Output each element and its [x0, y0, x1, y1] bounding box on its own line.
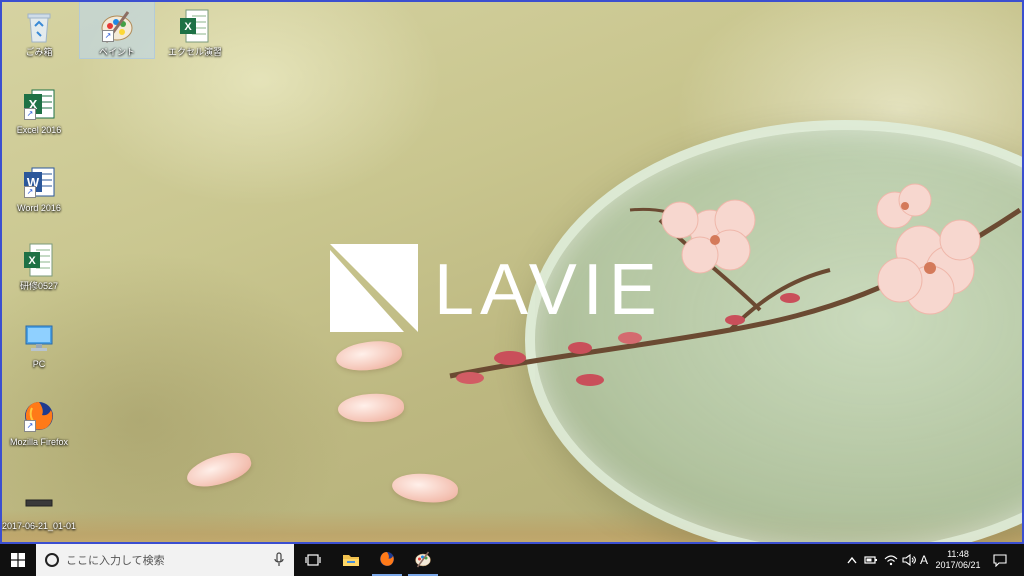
taskbar-app-file-explorer[interactable] [336, 544, 366, 576]
ime-mode-indicator[interactable]: A [916, 544, 932, 576]
desktop-icon-excel-2016[interactable]: X ↗ Excel 2016 [2, 80, 76, 136]
desktop-icon-label: ごみ箱 [25, 47, 53, 57]
excel-file-icon: X [24, 243, 53, 277]
start-button[interactable] [0, 544, 36, 576]
shortcut-arrow-icon: ↗ [24, 420, 36, 432]
folder-icon [343, 555, 359, 566]
wallpaper-petal [337, 391, 405, 425]
clock-date: 2017/06/21 [935, 560, 981, 570]
wallpaper-petal [183, 446, 255, 494]
paint-icon [415, 551, 431, 568]
shortcut-arrow-icon: ↗ [24, 186, 36, 198]
desktop-icon-label: 2017-06-21_01-01 [2, 521, 77, 531]
show-hidden-icons-button[interactable] [844, 544, 860, 576]
clock-time: 11:48 [947, 549, 969, 559]
svg-text:X: X [28, 255, 36, 267]
task-view-button[interactable] [298, 544, 328, 576]
microphone-icon[interactable] [274, 552, 284, 568]
tray-network-button[interactable] [882, 544, 900, 576]
desktop-icon-training-0527[interactable]: X 研修0527 [2, 236, 76, 292]
desktop-icon-label: Excel 2016 [16, 125, 62, 135]
cortana-circle-icon [45, 553, 59, 567]
desktop-icon-label: Word 2016 [17, 203, 61, 213]
desktop-icon-screenshot-file[interactable]: 2017-06-21_01-01 [2, 476, 76, 532]
action-center-button[interactable] [988, 544, 1012, 576]
excel-file-icon: X [180, 9, 209, 43]
firefox-icon [380, 552, 394, 566]
desktop-icon-excel-exercise[interactable]: X エクセル演習 [158, 2, 232, 58]
wifi-icon [884, 555, 898, 566]
speaker-icon [902, 554, 916, 566]
wallpaper-petal [391, 471, 459, 505]
desktop[interactable]: LAVIE ごみ箱 ↗ ペイント X エクセル演習 X ↗ Excel 2016… [0, 0, 1024, 544]
image-file-icon [25, 499, 53, 507]
search-placeholder: ここに入力して検索 [66, 555, 165, 567]
desktop-icon-firefox[interactable]: ↗ Mozilla Firefox [2, 392, 76, 448]
taskbar-app-paint[interactable] [408, 544, 438, 576]
recycle-bin-icon [27, 13, 51, 43]
chevron-up-icon [847, 556, 857, 564]
taskbar-clock[interactable]: 11:48 2017/06/21 [932, 544, 984, 576]
desktop-icon-paint[interactable]: ↗ ペイント [79, 1, 155, 59]
desktop-icon-label: PC [32, 359, 46, 369]
pc-icon [25, 325, 53, 351]
desktop-icon-pc[interactable]: PC [2, 314, 76, 370]
desktop-icon-label: 研修0527 [19, 281, 59, 291]
wallpaper-petal [334, 337, 404, 375]
lavie-logo: LAVIE [330, 244, 700, 334]
notification-icon [993, 553, 1007, 567]
taskbar-search-box[interactable]: ここに入力して検索 [36, 544, 294, 576]
battery-icon [864, 556, 877, 564]
shortcut-arrow-icon: ↗ [102, 30, 114, 42]
windows-icon [11, 553, 25, 567]
taskbar-app-firefox[interactable] [372, 544, 402, 576]
desktop-icon-word-2016[interactable]: W ↗ Word 2016 [2, 158, 76, 214]
taskbar: ここに入力して検索 A 11:48 2017/06/21 [0, 544, 1024, 576]
desktop-icon-recycle-bin[interactable]: ごみ箱 [2, 2, 76, 58]
tray-battery-button[interactable] [862, 544, 880, 576]
shortcut-arrow-icon: ↗ [24, 108, 36, 120]
desktop-icon-label: ペイント [98, 47, 135, 57]
lavie-logo-text: LAVIE [434, 250, 663, 330]
desktop-icon-label: Mozilla Firefox [9, 437, 68, 447]
desktop-icon-label: エクセル演習 [167, 47, 222, 57]
task-view-icon [305, 554, 321, 566]
svg-text:X: X [184, 21, 192, 33]
lavie-logo-mark [330, 244, 418, 332]
